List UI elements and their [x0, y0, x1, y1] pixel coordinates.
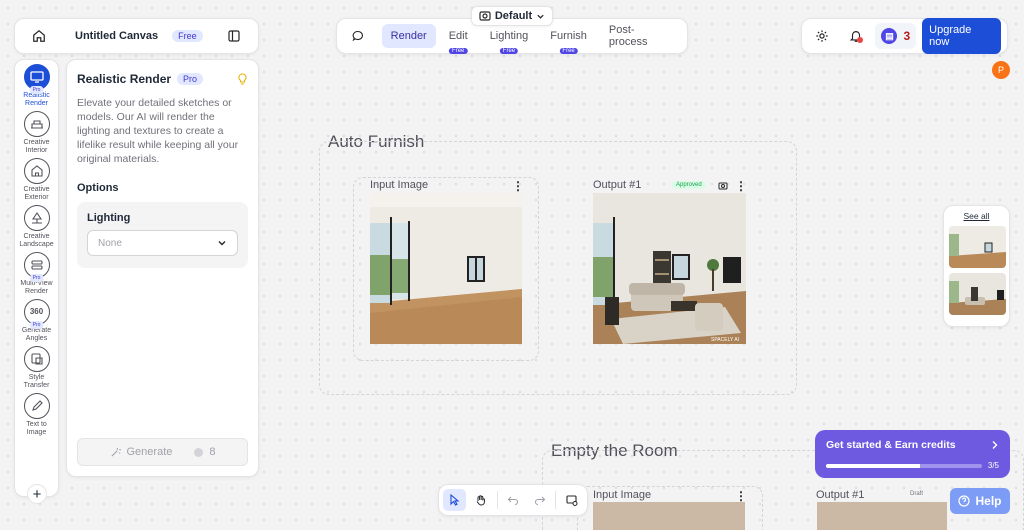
onboarding-progress-text: 3/5	[987, 461, 999, 470]
avatar[interactable]: P	[992, 61, 1010, 79]
tool-creative-exterior[interactable]: Creative Exterior	[15, 158, 58, 202]
tab-furnish[interactable]: Furnish Free	[541, 24, 596, 54]
render-icon	[29, 71, 44, 83]
tab-lighting[interactable]: Lighting Free	[481, 24, 538, 54]
chevron-down-icon	[536, 12, 545, 21]
tool-description: Elevate your detailed sketches or models…	[77, 97, 239, 165]
plan-badge: Free	[172, 30, 203, 42]
camera-icon[interactable]	[718, 181, 728, 190]
account-bar: ▤ 3 Upgrade now	[801, 18, 1008, 54]
lighting-option: Lighting None	[77, 202, 248, 268]
tool-multi-view-render[interactable]: Pro Multi-View Render	[15, 252, 58, 296]
layers-icon	[30, 259, 44, 271]
upgrade-button[interactable]: Upgrade now	[922, 18, 1001, 54]
canvas-title-bar: Untitled Canvas Free	[14, 18, 259, 54]
tab-edit[interactable]: Edit Free	[440, 24, 477, 54]
divider	[555, 491, 557, 509]
history-card: See all	[943, 205, 1010, 327]
gear-icon[interactable]	[808, 22, 836, 50]
options-heading: Options	[77, 182, 119, 194]
generate-button[interactable]: Generate 8	[77, 438, 248, 466]
canvas-title[interactable]: Untitled Canvas	[75, 30, 158, 42]
lighting-label: Lighting	[87, 212, 131, 224]
free-badge: Free	[499, 48, 519, 54]
input-image[interactable]	[370, 193, 522, 344]
onboarding-progress-bar	[826, 463, 982, 468]
status-badge[interactable]: Draft	[906, 490, 928, 498]
output-label: Output #1	[593, 179, 642, 191]
sidebar-toggle-icon[interactable]	[220, 22, 248, 50]
pro-badge: Pro	[177, 73, 204, 85]
input-image[interactable]	[593, 502, 745, 530]
tool-title: Realistic Render	[77, 72, 172, 86]
interior-icon	[30, 118, 44, 130]
watermark: SPACELY AI	[711, 337, 739, 343]
360-icon: 360	[29, 307, 44, 316]
magic-wand-icon	[110, 447, 121, 458]
tool-realistic-render[interactable]: Pro Realistic Render	[15, 64, 58, 108]
credit-icon	[194, 447, 204, 457]
lighting-select[interactable]: None	[87, 230, 238, 256]
chat-icon[interactable]	[345, 22, 372, 50]
canvas-toolbar	[438, 484, 588, 516]
redo-icon[interactable]	[528, 489, 551, 511]
more-options-icon[interactable]: ⋮	[735, 489, 747, 503]
tool-style-transfer[interactable]: Style Transfer	[15, 346, 58, 390]
history-thumbnail[interactable]	[949, 273, 1006, 315]
onboarding-title: Get started & Earn credits	[826, 439, 956, 451]
generate-cost: 8	[209, 446, 216, 458]
status-badge[interactable]: Approved	[672, 181, 706, 189]
hand-icon[interactable]	[470, 489, 493, 511]
input-label: Input Image	[593, 489, 652, 501]
credits-counter[interactable]: ▤ 3	[875, 23, 917, 49]
bell-icon[interactable]	[842, 22, 870, 50]
question-icon	[958, 495, 971, 507]
see-all-link[interactable]: See all	[948, 211, 1005, 221]
free-badge: Free	[559, 48, 578, 54]
tool-generate-angles[interactable]: 360 Pro Generate Angles	[15, 299, 58, 343]
more-options-icon[interactable]: ⋮	[512, 179, 524, 193]
output-image[interactable]	[817, 502, 947, 530]
style-icon	[30, 353, 44, 365]
credits-value: 3	[903, 29, 911, 43]
history-thumbnail[interactable]	[949, 226, 1006, 268]
divider	[496, 491, 498, 509]
preset-selector[interactable]: Default	[471, 6, 553, 26]
output-image[interactable]: SPACELY AI	[593, 193, 746, 344]
preset-label: Default	[494, 10, 533, 22]
chevron-down-icon	[217, 238, 227, 248]
input-label: Input Image	[370, 179, 429, 191]
tree-icon	[30, 212, 44, 224]
exterior-icon	[30, 165, 44, 177]
onboarding-card[interactable]: Get started & Earn credits 3/5	[815, 430, 1010, 478]
tool-rail: Pro Realistic Render Creative Interior C…	[14, 59, 59, 504]
help-button[interactable]: Help	[950, 488, 1010, 514]
image-settings-icon[interactable]	[560, 489, 583, 511]
home-icon[interactable]	[25, 22, 53, 50]
undo-icon[interactable]	[502, 489, 525, 511]
chevron-right-icon[interactable]	[990, 440, 999, 450]
settings-panel: Realistic Render Pro Elevate your detail…	[66, 59, 259, 477]
more-options-icon[interactable]: ⋮	[735, 179, 747, 193]
tool-text-to-image[interactable]: Text to Image	[15, 393, 58, 437]
preset-icon	[479, 11, 491, 21]
add-tool-icon[interactable]: +	[27, 484, 47, 504]
tab-post-process[interactable]: Post-process	[600, 24, 679, 48]
output-label: Output #1	[816, 489, 865, 501]
credit-icon: ▤	[881, 28, 898, 44]
tool-creative-interior[interactable]: Creative Interior	[15, 111, 58, 155]
pen-icon	[30, 400, 44, 412]
cursor-icon[interactable]	[443, 489, 466, 511]
tab-render[interactable]: Render	[381, 24, 436, 48]
free-badge: Free	[449, 48, 468, 54]
lightbulb-icon[interactable]	[237, 73, 248, 85]
tool-creative-landscape[interactable]: Creative Landscape	[15, 205, 58, 249]
